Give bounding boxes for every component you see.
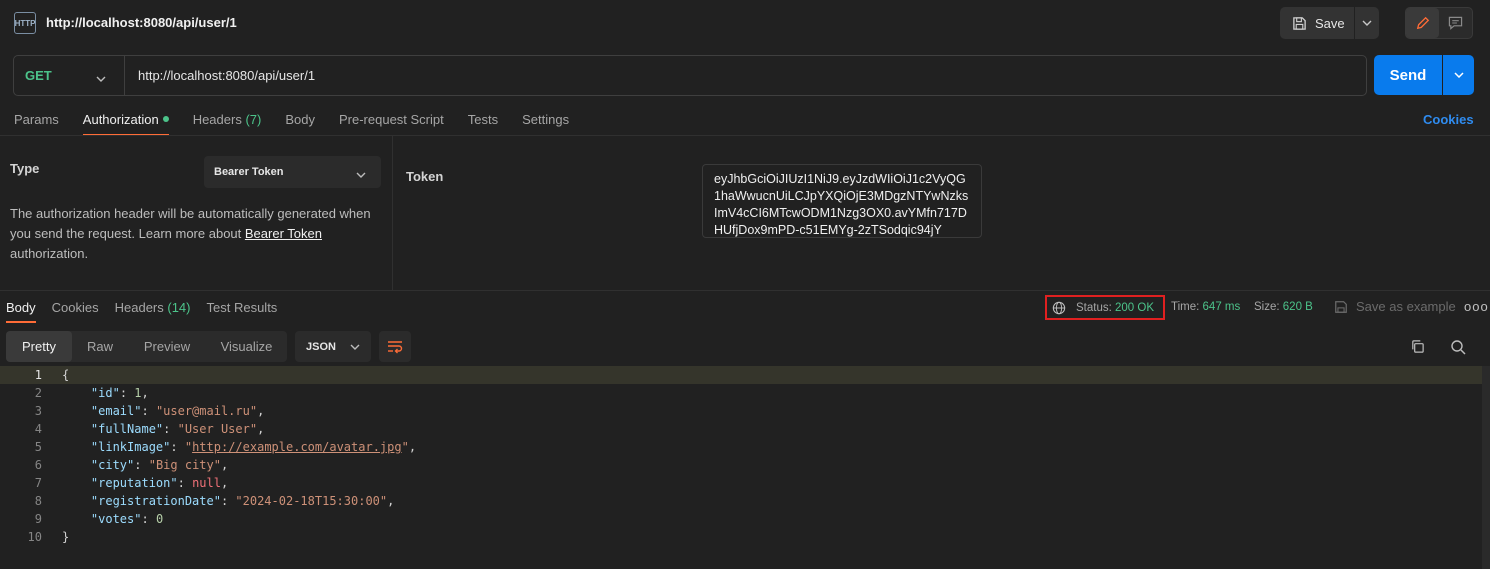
save-button[interactable]: Save — [1280, 7, 1354, 39]
code-line: 8 "registrationDate": "2024-02-18T15:30:… — [34, 494, 395, 508]
save-options-button[interactable] — [1355, 7, 1379, 39]
auth-description: The authorization header will be automat… — [10, 206, 371, 261]
request-tabs: Params Authorization Headers (7) Body Pr… — [14, 104, 569, 136]
format-raw[interactable]: Raw — [72, 331, 128, 362]
code-line: 1{ — [0, 366, 1482, 384]
code-line: 2 "id": 1, — [34, 386, 149, 400]
tab-body[interactable]: Body — [285, 104, 315, 136]
comment-icon — [1448, 16, 1463, 30]
chevron-down-icon — [1362, 20, 1372, 26]
chevron-down-icon[interactable] — [96, 70, 106, 85]
code-line: 6 "city": "Big city", — [34, 458, 229, 472]
editor-scrollbar[interactable] — [1482, 366, 1490, 569]
search-icon[interactable] — [1450, 339, 1466, 358]
status-value: 200 OK — [1115, 301, 1155, 314]
format-pretty[interactable]: Pretty — [6, 331, 72, 362]
url-divider — [124, 56, 125, 95]
code-line: 3 "email": "user@mail.ru", — [34, 404, 265, 418]
response-body-editor[interactable]: 1{ 2 "id": 1, 3 "email": "user@mail.ru",… — [0, 366, 1482, 566]
divider — [0, 290, 1490, 291]
status-indicator[interactable]: Status: 200 OK — [1045, 295, 1165, 320]
wrap-lines-icon — [388, 340, 403, 353]
chevron-down-icon — [350, 344, 360, 350]
pencil-icon — [1416, 16, 1429, 30]
format-preview[interactable]: Preview — [128, 331, 206, 362]
chevron-down-icon — [1453, 72, 1464, 78]
avatar-url-link[interactable]: http://example.com/avatar.jpg — [192, 440, 402, 454]
save-as-example-button[interactable]: Save as example — [1334, 299, 1456, 314]
comments-button[interactable] — [1439, 8, 1472, 38]
tab-response-headers[interactable]: Headers (14) — [115, 293, 191, 323]
save-label: Save — [1315, 15, 1345, 31]
tab-response-body[interactable]: Body — [6, 293, 36, 323]
wrap-lines-button[interactable] — [379, 331, 411, 362]
status-label: Status: — [1076, 301, 1112, 314]
auth-type-value: Bearer Token — [214, 166, 284, 178]
active-dot-icon — [162, 116, 169, 122]
response-tabs: Body Cookies Headers (14) Test Results — [6, 293, 277, 323]
token-input[interactable]: eyJhbGciOiJIUzI1NiJ9.eyJzdWIiOiJ1c2VyQG1… — [702, 164, 982, 238]
edit-mode-button[interactable] — [1406, 8, 1439, 38]
cookies-link[interactable]: Cookies — [1423, 112, 1474, 127]
tab-test-results[interactable]: Test Results — [207, 293, 278, 323]
chevron-down-icon — [356, 166, 366, 181]
globe-icon — [1052, 301, 1066, 314]
code-line: 9 "votes": 0 — [34, 512, 164, 526]
http-request-icon: HTTP — [14, 12, 36, 34]
tab-authorization[interactable]: Authorization — [82, 104, 169, 136]
code-line: 7 "reputation": null, — [34, 476, 229, 490]
more-options-icon[interactable]: ooo — [1464, 299, 1489, 314]
save-icon — [1335, 300, 1347, 313]
save-icon — [1293, 16, 1306, 30]
language-value: JSON — [306, 340, 336, 353]
copy-icon[interactable] — [1410, 339, 1425, 357]
code-line: 4 "fullName": "User User", — [34, 422, 265, 436]
tab-settings[interactable]: Settings — [522, 104, 569, 136]
url-input[interactable]: http://localhost:8080/api/user/1 — [138, 68, 315, 83]
tab-response-cookies[interactable]: Cookies — [52, 293, 99, 323]
format-visualize[interactable]: Visualize — [206, 331, 287, 362]
language-select[interactable]: JSON — [295, 331, 371, 362]
send-options-button[interactable] — [1443, 55, 1474, 95]
bearer-token-link[interactable]: Bearer Token — [245, 226, 322, 241]
tab-pre-request-script[interactable]: Pre-request Script — [339, 104, 444, 136]
code-line: 5 "linkImage": "http://example.com/avata… — [34, 440, 417, 454]
response-time[interactable]: Time: 647 ms — [1171, 301, 1240, 313]
code-line: 10} — [27, 530, 70, 544]
tab-tests[interactable]: Tests — [468, 104, 498, 136]
response-size[interactable]: Size: 620 B — [1254, 301, 1313, 313]
tab-params[interactable]: Params — [14, 104, 59, 136]
method-select[interactable]: GET — [25, 68, 52, 83]
auth-type-label: Type — [10, 161, 40, 176]
send-button[interactable]: Send — [1374, 55, 1442, 95]
request-title[interactable]: http://localhost:8080/api/user/1 — [46, 15, 237, 30]
tab-headers[interactable]: Headers (7) — [193, 104, 262, 136]
token-label: Token — [406, 169, 444, 184]
